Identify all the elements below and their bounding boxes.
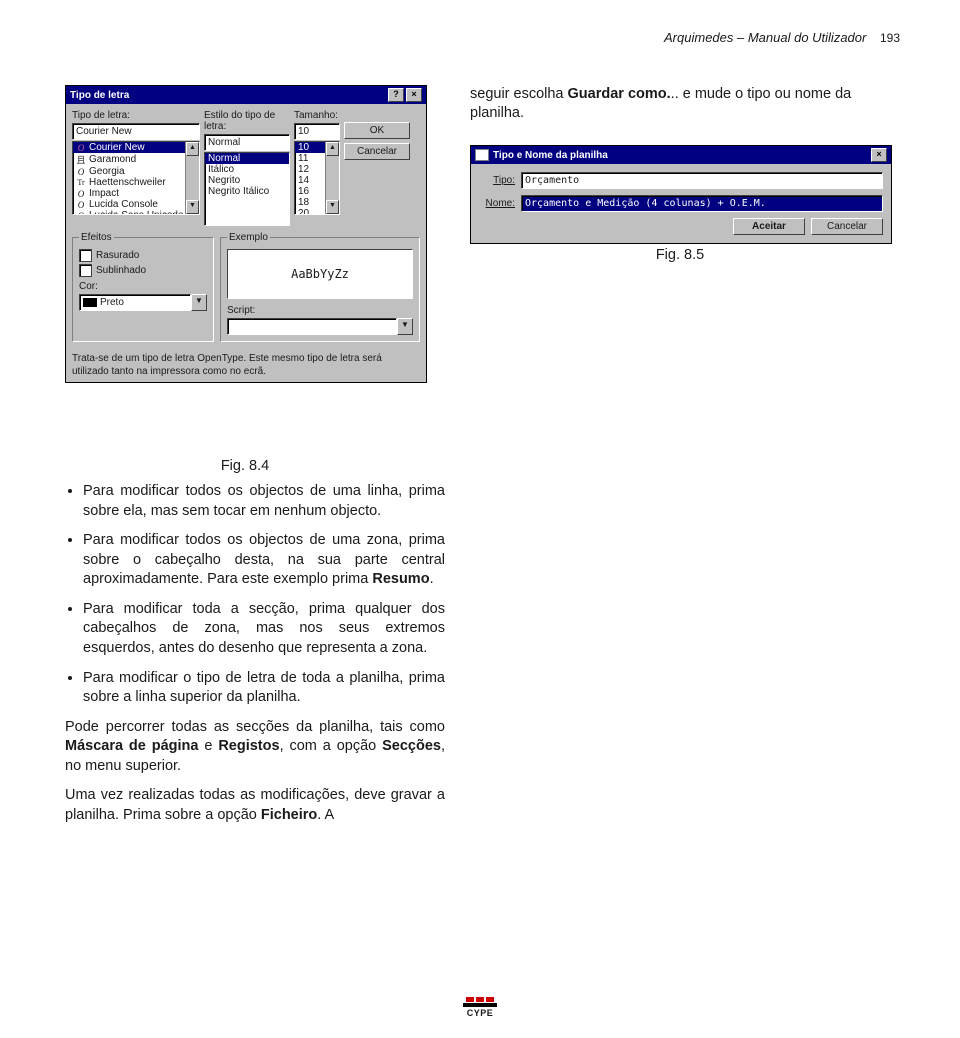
help-icon[interactable]: ?: [388, 88, 404, 102]
font-dialog-titlebar[interactable]: Tipo de letra ? ×: [66, 86, 426, 104]
close-icon[interactable]: ×: [406, 88, 422, 102]
body-paragraph: Pode percorrer todas as secções da plani…: [65, 718, 445, 777]
name-input[interactable]: Orçamento e Medição (4 colunas) + O.E.M.: [521, 195, 883, 212]
style-input[interactable]: Normal: [204, 134, 290, 151]
close-icon[interactable]: ×: [871, 148, 887, 162]
intro-paragraph: seguir escolha Guardar como... e mude o …: [470, 85, 890, 123]
chevron-down-icon[interactable]: ▼: [397, 318, 413, 335]
name-label: Nome:: [479, 198, 515, 209]
page-header: Arquimedes – Manual do Utilizador 193: [664, 30, 900, 45]
scroll-up-icon[interactable]: ▲: [326, 142, 339, 156]
checkbox-icon[interactable]: [79, 264, 92, 277]
sample-preview: AaBbYyZz: [227, 249, 413, 299]
scroll-up-icon[interactable]: ▲: [186, 142, 199, 156]
cancel-button[interactable]: Cancelar: [811, 218, 883, 235]
page-number: 193: [880, 31, 900, 45]
ok-button[interactable]: OK: [344, 122, 410, 139]
effects-group: Efeitos Rasurado Sublinhado Cor: Preto ▼: [72, 232, 214, 342]
bullet-item: Para modificar toda a secção, prima qual…: [83, 600, 445, 659]
bullet-item: Para modificar o tipo de letra de toda a…: [83, 669, 445, 708]
bullet-item: Para modificar todos os objectos de uma …: [83, 482, 445, 521]
underline-checkbox[interactable]: Sublinhado: [79, 264, 207, 277]
size-label: Tamanho:: [294, 110, 340, 121]
sheet-name-dialog: Tipo e Nome da planilha × Tipo: Orçament…: [470, 145, 892, 244]
font-dialog-note: Trata-se de um tipo de letra OpenType. E…: [72, 352, 420, 378]
color-swatch-icon: [83, 298, 97, 307]
chevron-down-icon[interactable]: ▼: [191, 294, 207, 311]
size-scrollbar[interactable]: ▲ ▼: [325, 142, 339, 214]
type-input[interactable]: Orçamento: [521, 172, 883, 189]
scroll-down-icon[interactable]: ▼: [186, 200, 199, 214]
scroll-down-icon[interactable]: ▼: [326, 200, 339, 214]
cype-logo: CYPE: [463, 997, 497, 1018]
font-listbox[interactable]: OCourier New 且Garamond OGeorgia TrHaette…: [72, 141, 200, 215]
font-dialog: Tipo de letra ? × Tipo de letra: Courier…: [65, 85, 427, 383]
style-label: Estilo do tipo de letra:: [204, 110, 290, 132]
color-label: Cor:: [79, 281, 207, 292]
body-paragraph: Uma vez realizadas todas as modificações…: [65, 786, 445, 825]
font-label: Tipo de letra:: [72, 110, 200, 121]
doc-title: Arquimedes – Manual do Utilizador: [664, 30, 866, 45]
strikeout-checkbox[interactable]: Rasurado: [79, 249, 207, 262]
sheet-icon: [475, 149, 489, 161]
body-text: Para modificar todos os objectos de uma …: [65, 482, 445, 835]
checkbox-icon[interactable]: [79, 249, 92, 262]
accept-button[interactable]: Aceitar: [733, 218, 805, 235]
figure-caption-8-4: Fig. 8.4: [65, 458, 425, 474]
sheet-name-title: Tipo e Nome da planilha: [493, 150, 608, 161]
type-label: Tipo:: [479, 175, 515, 186]
cancel-button[interactable]: Cancelar: [344, 143, 410, 160]
font-dialog-title: Tipo de letra: [70, 90, 129, 101]
font-scrollbar[interactable]: ▲ ▼: [185, 142, 199, 214]
script-label: Script:: [227, 305, 413, 316]
script-combo[interactable]: ▼: [227, 318, 413, 335]
size-listbox[interactable]: 10 11 12 14 16 18 20 ▲ ▼: [294, 141, 340, 215]
example-group: Exemplo AaBbYyZz Script: ▼: [220, 232, 420, 342]
bullet-item: Para modificar todos os objectos de uma …: [83, 531, 445, 590]
sheet-name-titlebar[interactable]: Tipo e Nome da planilha ×: [471, 146, 891, 164]
style-listbox[interactable]: Normal Itálico Negrito Negrito Itálico: [204, 152, 290, 226]
color-combo[interactable]: Preto ▼: [79, 294, 207, 311]
font-input[interactable]: Courier New: [72, 123, 200, 140]
figure-caption-8-5: Fig. 8.5: [470, 247, 890, 263]
size-input[interactable]: 10: [294, 123, 340, 140]
logo-text: CYPE: [463, 1008, 497, 1018]
